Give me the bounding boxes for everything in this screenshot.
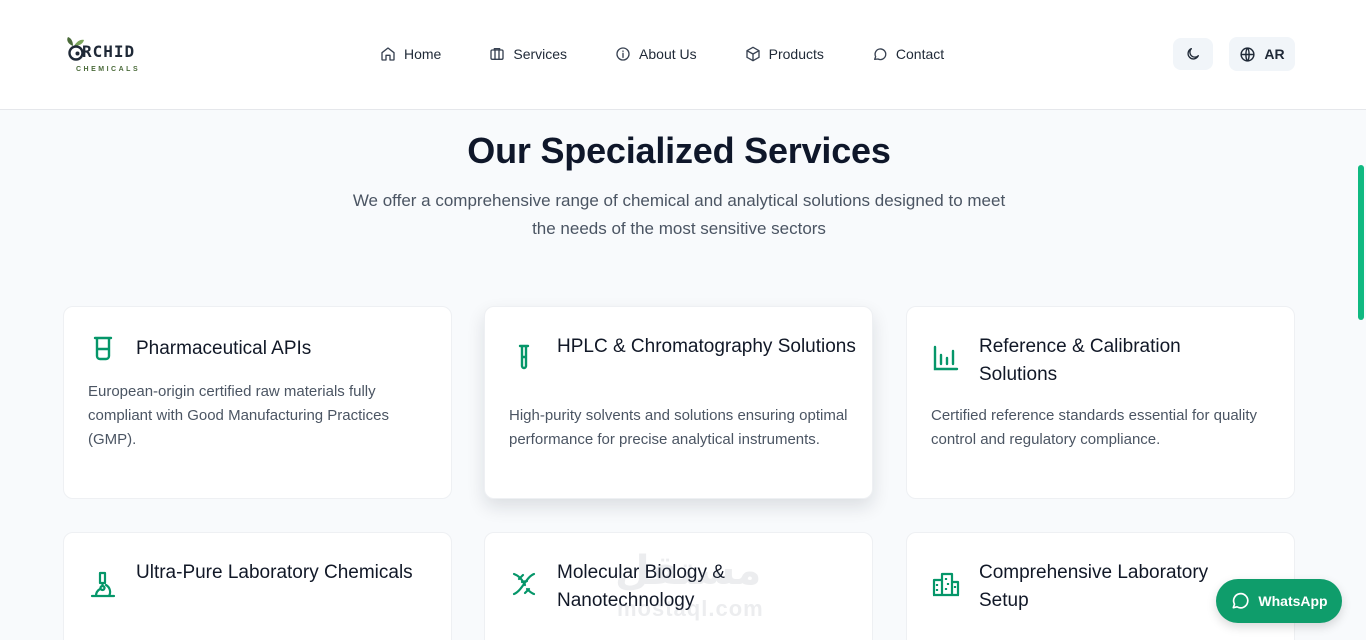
nav-contact-label: Contact [895, 46, 945, 62]
globe-icon [1240, 46, 1255, 62]
mostaql-watermark: مستقل mostaql.com [615, 548, 775, 628]
card-title: Ultra-Pure Laboratory Chemicals [136, 562, 413, 583]
watermark-arabic: مستقل [615, 549, 762, 593]
services-icon [490, 48, 505, 60]
service-card[interactable]: Ultra-Pure Laboratory Chemicals [63, 532, 452, 640]
nav-products[interactable]: Products [745, 44, 824, 64]
site-header: RCHID CHEMICALS Home Services About Us P… [0, 0, 1366, 110]
bar-chart-icon [933, 345, 959, 371]
nav-home[interactable]: Home [380, 44, 441, 64]
whatsapp-label: WhatsApp [1258, 593, 1328, 609]
theme-toggle-button[interactable] [1173, 38, 1213, 70]
whatsapp-icon [1232, 592, 1250, 609]
box-icon [745, 46, 760, 62]
info-icon [616, 47, 630, 61]
nav-services[interactable]: Services [489, 44, 567, 64]
message-icon [873, 48, 887, 61]
service-card[interactable]: Reference & Calibration Solutions Certif… [906, 306, 1295, 499]
watermark-latin: mostaql.com [617, 596, 764, 621]
card-description: European-origin certified raw materials … [88, 383, 389, 448]
nav-contact[interactable]: Contact [872, 44, 944, 64]
nav-services-label: Services [513, 46, 568, 62]
building-icon [932, 572, 960, 597]
service-card[interactable]: HPLC & Chromatography Solutions High-pur… [484, 306, 873, 499]
service-card[interactable]: Pharmaceutical APIs European-origin cert… [63, 306, 452, 499]
language-label: AR [1264, 46, 1285, 62]
moon-icon [1187, 48, 1199, 60]
card-title: Reference & Calibration Solutions [979, 336, 1181, 385]
nav-about[interactable]: About Us [615, 44, 697, 64]
whatsapp-button[interactable]: WhatsApp [1216, 579, 1342, 623]
nav-products-label: Products [768, 46, 824, 62]
microscope-icon [90, 571, 116, 598]
main-nav: Home Services About Us Products Contact [380, 44, 944, 64]
test-tube-icon [518, 344, 530, 370]
nav-home-label: Home [404, 46, 442, 62]
nav-about-label: About Us [639, 46, 697, 62]
dna-icon [512, 572, 536, 596]
card-title: HPLC & Chromatography Solutions [557, 336, 856, 357]
card-title: Pharmaceutical APIs [136, 338, 312, 359]
language-button[interactable]: AR [1229, 37, 1295, 71]
logo-wordmark: RCHID [82, 42, 136, 61]
page-scrollbar[interactable] [1358, 165, 1364, 320]
orchid-logo[interactable]: RCHID CHEMICALS [62, 32, 152, 78]
section-subtitle: We offer a comprehensive range of chemic… [352, 191, 1006, 238]
home-icon [381, 47, 395, 61]
card-description: Certified reference standards essential … [931, 407, 1258, 448]
beaker-icon [93, 336, 113, 361]
card-description: High-purity solvents and solutions ensur… [509, 407, 848, 448]
section-title: Our Specialized Services [467, 130, 891, 171]
logo-subtitle: CHEMICALS [76, 66, 141, 73]
